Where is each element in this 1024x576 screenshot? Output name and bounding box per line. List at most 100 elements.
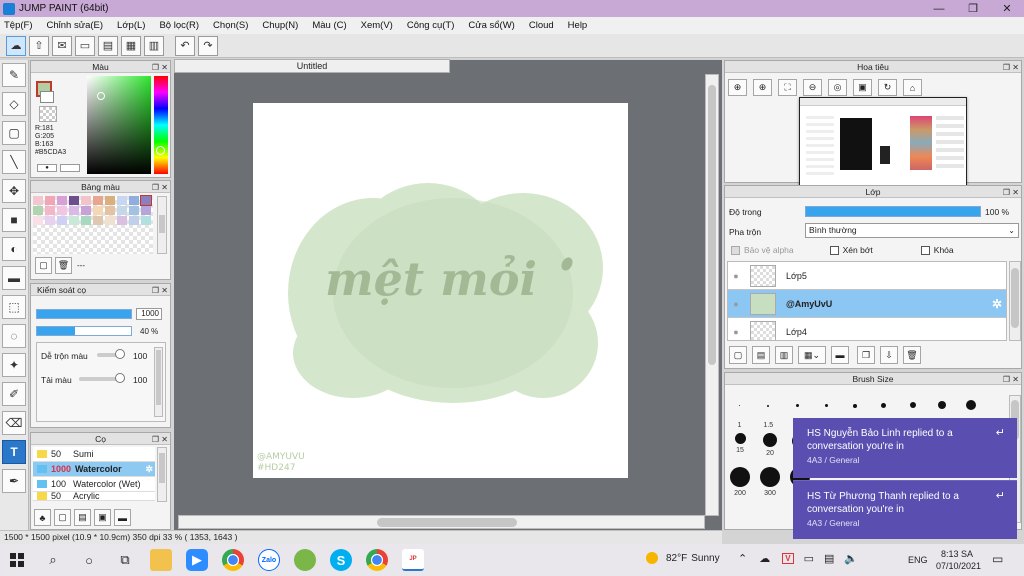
gradient-tool-icon[interactable]: ▬ xyxy=(2,266,26,290)
line-tool-icon[interactable]: ╲ xyxy=(2,150,26,174)
task-view-icon[interactable]: ⧉ xyxy=(114,549,136,571)
jump-paint-taskbar-icon[interactable]: JP xyxy=(402,549,424,571)
select-eraser-icon[interactable]: ⌫ xyxy=(2,411,26,435)
settings-scrollbar[interactable] xyxy=(154,347,163,417)
panel-close-icon[interactable]: ❐ ✕ xyxy=(152,182,168,194)
palette-swatch[interactable] xyxy=(117,206,127,215)
palette-swatch[interactable] xyxy=(129,206,139,215)
panel-close-icon[interactable]: ❐ ✕ xyxy=(152,285,168,297)
merge-layer-icon[interactable]: ⇩ xyxy=(880,346,898,364)
brush-size-option[interactable]: 200 xyxy=(725,467,755,497)
brush-settings-icon[interactable]: ✲ xyxy=(145,464,153,475)
clock[interactable]: 8:13 SA 07/10/2021 xyxy=(936,548,981,572)
color-picker-square[interactable] xyxy=(87,76,151,174)
delete-layer-icon[interactable]: 🗑 xyxy=(903,346,921,364)
menu-tools[interactable]: Công cụ(T) xyxy=(407,20,455,31)
message-icon[interactable]: ▭ xyxy=(75,35,95,56)
layer-opacity-slider[interactable] xyxy=(805,206,981,217)
close-button[interactable]: ✕ xyxy=(990,0,1024,17)
layer-blend-select[interactable]: Bình thường ⌄ xyxy=(805,223,1019,238)
reset-view-icon[interactable]: ↻ xyxy=(878,79,897,96)
vpn-tray-icon[interactable]: V xyxy=(782,553,794,564)
palette-swatch[interactable] xyxy=(57,196,67,205)
zoom-in-icon[interactable]: ⊕ xyxy=(728,79,747,96)
comment-icon[interactable]: ✉ xyxy=(52,35,72,56)
language-indicator[interactable]: ENG xyxy=(908,555,928,565)
menu-capture[interactable]: Chụp(N) xyxy=(262,20,298,31)
transparent-swatch[interactable] xyxy=(39,106,57,122)
eye-icon[interactable]: ● xyxy=(728,271,744,281)
palette-swatch[interactable] xyxy=(81,196,91,205)
menu-layer[interactable]: Lớp(L) xyxy=(117,20,145,31)
eraser-tool-icon[interactable]: ◇ xyxy=(2,92,26,116)
new-layer-icon[interactable]: ▢ xyxy=(729,346,747,364)
zoom-app-icon[interactable]: ▶ xyxy=(186,549,208,571)
zoom-out-icon[interactable]: ⊖ xyxy=(803,79,822,96)
skype-icon[interactable]: S xyxy=(330,549,352,571)
reply-icon[interactable]: ↵ xyxy=(996,489,1005,502)
palette-swatch[interactable] xyxy=(81,216,91,225)
palette-swatch[interactable] xyxy=(129,216,139,225)
new-vector-layer-icon[interactable]: ▤ xyxy=(752,346,770,364)
color-mode-bar-button[interactable] xyxy=(60,164,80,172)
sub-color-swatch[interactable] xyxy=(40,91,54,103)
minimize-button[interactable]: — xyxy=(922,0,956,17)
color-mode-dot-button[interactable]: ● xyxy=(37,164,57,172)
panel-close-icon[interactable]: ❐ ✕ xyxy=(152,434,168,446)
panel-close-icon[interactable]: ❐ ✕ xyxy=(1003,62,1019,74)
rotate-icon[interactable]: ◎ xyxy=(828,79,847,96)
brush-size-option[interactable]: 1 xyxy=(725,399,754,429)
navigator-preview[interactable] xyxy=(799,97,967,189)
brush-size-slider[interactable] xyxy=(36,309,132,319)
protect-alpha-checkbox[interactable]: Bảo vệ alpha xyxy=(731,245,794,255)
layer-row[interactable]: ● @AmyUvU ✲ xyxy=(728,290,1006,318)
lock-checkbox[interactable]: Khóa xyxy=(920,245,954,255)
notification-toast[interactable]: HS Từ Phương Thanh replied to a conversa… xyxy=(793,480,1017,539)
clipping-checkbox[interactable]: Xén bớt xyxy=(829,245,873,255)
brush-item-watercolor-wet[interactable]: 100 Watercolor (Wet) xyxy=(33,477,155,492)
rect-select-icon[interactable]: ▢ xyxy=(2,121,26,145)
layer-row[interactable]: ● Lớp5 xyxy=(728,262,1006,290)
grid-icon[interactable]: ▦ xyxy=(121,35,141,56)
new-folder-icon[interactable]: ▬ xyxy=(831,346,849,364)
palette-swatch[interactable] xyxy=(117,196,127,205)
palette-swatch[interactable] xyxy=(33,206,43,215)
marquee-icon[interactable]: ⬚ xyxy=(2,295,26,319)
palette-swatch[interactable] xyxy=(69,216,79,225)
search-icon[interactable]: ⌕ xyxy=(42,549,64,571)
fit-screen-icon[interactable]: ⛶ xyxy=(778,79,797,96)
layout-icon[interactable]: ▥ xyxy=(144,35,164,56)
eye-icon[interactable]: ● xyxy=(728,327,744,337)
menu-window[interactable]: Cửa sổ(W) xyxy=(468,20,514,31)
palette-swatch[interactable] xyxy=(93,216,103,225)
new-text-layer-icon[interactable]: ▥ xyxy=(775,346,793,364)
brush-size-value[interactable]: 1000 xyxy=(136,308,162,320)
palette-swatch[interactable] xyxy=(93,206,103,215)
flip-icon[interactable]: ▣ xyxy=(853,79,872,96)
export-icon[interactable]: ⇧ xyxy=(29,35,49,56)
palette-swatch[interactable] xyxy=(140,195,152,206)
bucket-tool-icon[interactable]: ◐ xyxy=(2,237,26,261)
palette-swatch[interactable] xyxy=(33,216,43,225)
brush-size-option[interactable]: 15 xyxy=(725,433,755,457)
new-brush-icon[interactable]: ▢ xyxy=(54,509,71,526)
menu-filter[interactable]: Bộ lọc(R) xyxy=(159,20,199,31)
layer-list-scrollbar[interactable] xyxy=(1009,261,1021,341)
palette-swatch[interactable] xyxy=(129,196,139,205)
brush-size-option[interactable]: 1.5 xyxy=(754,399,783,429)
palette-swatch[interactable] xyxy=(69,206,79,215)
cortana-icon[interactable]: ○ xyxy=(78,549,100,571)
menu-file[interactable]: Tệp(F) xyxy=(4,20,33,31)
delete-palette-icon[interactable]: 🗑 xyxy=(55,257,72,274)
menu-help[interactable]: Help xyxy=(568,20,588,31)
brush-size-option[interactable]: 300 xyxy=(755,467,785,497)
palette-swatch[interactable] xyxy=(93,196,103,205)
select-pen-icon[interactable]: ✐ xyxy=(2,382,26,406)
zalo-icon[interactable]: Zalo xyxy=(258,549,280,571)
layer-settings-icon[interactable]: ✲ xyxy=(992,297,1002,311)
blend-slider[interactable] xyxy=(97,349,125,359)
brush-item-sumi[interactable]: 50 Sumi xyxy=(33,447,155,462)
palette-swatch[interactable] xyxy=(105,216,115,225)
brush-opacity-slider[interactable] xyxy=(36,326,132,336)
brush-copy-icon[interactable]: ▣ xyxy=(94,509,111,526)
